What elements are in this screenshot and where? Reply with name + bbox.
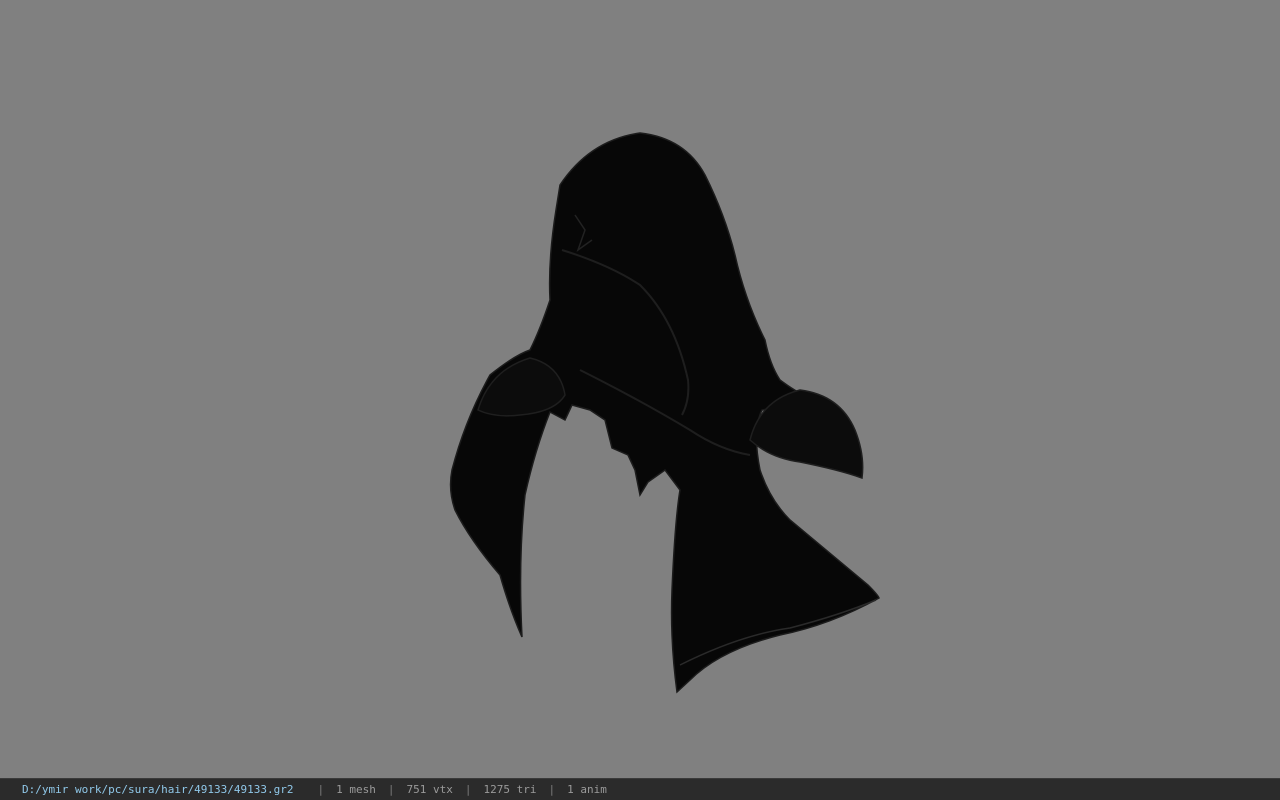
hooded-cloak-model[interactable] bbox=[0, 0, 1280, 778]
separator: | bbox=[464, 783, 472, 796]
mesh-count-label: 1 mesh bbox=[336, 783, 376, 796]
file-path-label: D:/ymir work/pc/sura/hair/49133/49133.gr… bbox=[22, 783, 294, 796]
3d-viewport[interactable] bbox=[0, 0, 1280, 778]
separator: | bbox=[317, 783, 325, 796]
vertex-count-label: 751 vtx bbox=[406, 783, 453, 796]
anim-count-label: 1 anim bbox=[567, 783, 607, 796]
separator: | bbox=[548, 783, 556, 796]
separator: | bbox=[387, 783, 395, 796]
triangle-count-label: 1275 tri bbox=[483, 783, 537, 796]
status-bar: D:/ymir work/pc/sura/hair/49133/49133.gr… bbox=[0, 778, 1280, 800]
